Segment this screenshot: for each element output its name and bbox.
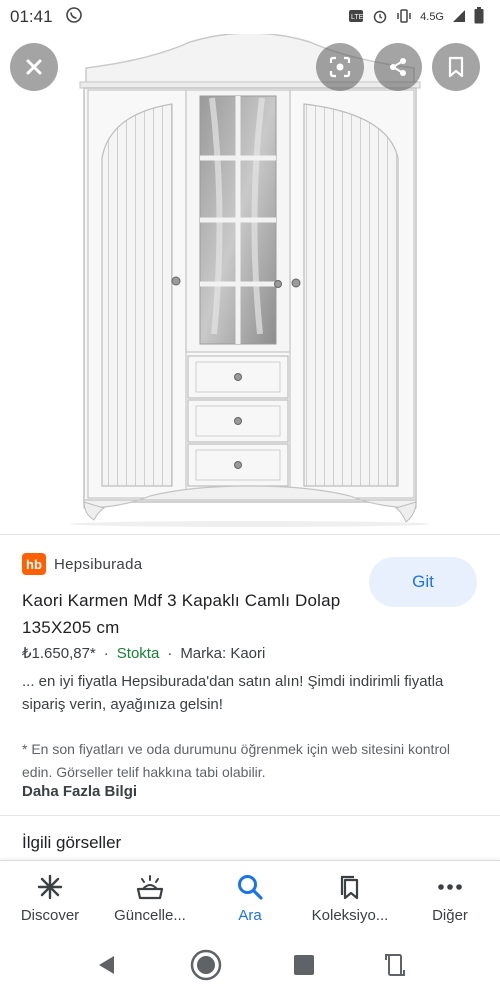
status-bar: 01:41 LTE 4.5G	[0, 0, 500, 34]
alarm-icon	[372, 8, 388, 27]
recents-button[interactable]	[293, 954, 315, 981]
nav-discover[interactable]: Discover	[0, 861, 100, 935]
more-info-link[interactable]: Daha Fazla Bilgi	[22, 783, 137, 800]
wardrobe-image	[70, 34, 430, 527]
disclaimer: * En son fiyatları ve oda durumunu öğren…	[22, 741, 450, 780]
close-button[interactable]	[10, 43, 58, 91]
lens-icon	[329, 56, 351, 78]
bottom-nav: Discover Güncelle... Ara Koleksiyo... Di…	[0, 860, 500, 935]
whatsapp-icon	[65, 6, 83, 29]
close-icon	[26, 59, 42, 75]
nav-label: Güncelle...	[114, 906, 186, 924]
rotate-button[interactable]	[385, 952, 405, 983]
svg-text:LTE: LTE	[351, 14, 364, 21]
asterisk-icon	[37, 874, 63, 899]
result-title[interactable]: Kaori Karmen Mdf 3 Kapaklı Camlı Dolap 1…	[22, 587, 352, 641]
status-time: 01:41	[10, 7, 53, 26]
nav-collections[interactable]: Koleksiyo...	[300, 861, 400, 935]
back-button[interactable]	[95, 953, 119, 982]
stock-status: Stokta	[116, 644, 160, 662]
collections-icon	[340, 875, 359, 899]
rotate-icon	[385, 953, 405, 976]
save-button[interactable]	[432, 43, 480, 91]
recents-icon	[294, 954, 314, 975]
nav-updates[interactable]: Güncelle...	[100, 861, 200, 935]
lens-button[interactable]	[316, 43, 364, 91]
share-button[interactable]	[374, 43, 422, 91]
product-image[interactable]	[0, 34, 500, 534]
nav-search[interactable]: Ara	[200, 861, 300, 935]
price: ₺1.650,87*	[22, 645, 96, 662]
result-info: hb Hepsiburada Git Kaori Karmen Mdf 3 Ka…	[0, 534, 500, 852]
nav-more[interactable]: Diğer	[400, 861, 500, 935]
divider	[0, 815, 500, 816]
result-description: ... en iyi fiyatla Hepsiburada'dan satın…	[22, 673, 444, 713]
back-icon	[99, 955, 114, 974]
share-icon	[390, 58, 406, 76]
source-logo: hb	[22, 553, 46, 575]
nav-label: Ara	[238, 906, 262, 924]
home-icon	[190, 949, 222, 980]
battery-icon	[474, 7, 484, 27]
visit-button[interactable]: Git	[369, 557, 477, 607]
vibrate-icon	[396, 8, 412, 27]
source-name: Hepsiburada	[54, 555, 143, 573]
volte-icon: LTE	[348, 9, 364, 26]
search-icon	[238, 874, 263, 900]
nav-label: Diğer	[432, 906, 468, 924]
system-nav	[0, 934, 500, 1000]
bookmark-icon	[448, 56, 464, 78]
signal-icon	[452, 9, 466, 26]
more-icon	[438, 883, 462, 890]
network-type: 4.5G	[420, 11, 444, 23]
nav-label: Discover	[20, 906, 80, 924]
result-meta: ₺1.650,87* · Stokta · Marka: Kaori	[22, 644, 266, 663]
source-row[interactable]: hb Hepsiburada	[22, 553, 142, 575]
nav-label: Koleksiyo...	[311, 906, 389, 924]
meta-separator: ·	[167, 644, 173, 662]
home-button[interactable]	[189, 948, 223, 987]
updates-icon	[136, 874, 164, 899]
related-images-heading: İlgili görseller	[22, 833, 122, 852]
brand: Marka: Kaori	[180, 644, 266, 662]
meta-separator: ·	[103, 644, 109, 662]
